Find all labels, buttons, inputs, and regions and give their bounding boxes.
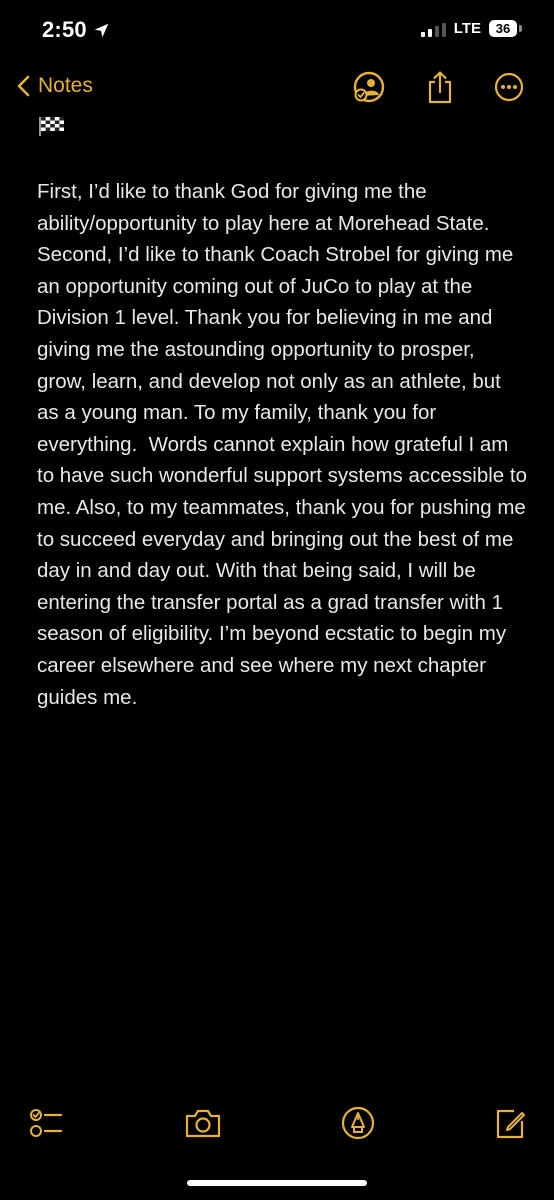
share-collaborate-icon[interactable] (352, 70, 386, 104)
status-bar: 2:50 LTE 36 (0, 0, 554, 64)
carrier-label: LTE (453, 20, 481, 37)
checklist-icon[interactable] (28, 1105, 64, 1141)
nav-bar: Notes (0, 66, 554, 112)
markup-pen-icon[interactable] (340, 1105, 376, 1141)
battery-icon: 36 (489, 20, 522, 37)
battery-level: 36 (489, 20, 517, 37)
signal-icon (420, 21, 446, 37)
chevron-left-icon (17, 75, 30, 97)
share-icon[interactable] (426, 70, 454, 104)
more-icon[interactable] (494, 72, 524, 102)
status-indicators: LTE 36 (420, 20, 522, 37)
camera-icon[interactable] (184, 1105, 222, 1141)
location-arrow-icon (94, 23, 109, 37)
checkered-flag-icon (39, 117, 64, 136)
bottom-toolbar (0, 1105, 554, 1145)
compose-icon[interactable] (494, 1105, 526, 1141)
time-label: 2:50 (42, 17, 87, 42)
home-indicator[interactable] (187, 1180, 367, 1186)
back-button[interactable]: Notes (16, 74, 93, 98)
back-label: Notes (38, 74, 93, 97)
status-time: 2:50 (42, 17, 110, 43)
note-body[interactable]: First, I’d like to thank God for giving … (37, 176, 527, 713)
